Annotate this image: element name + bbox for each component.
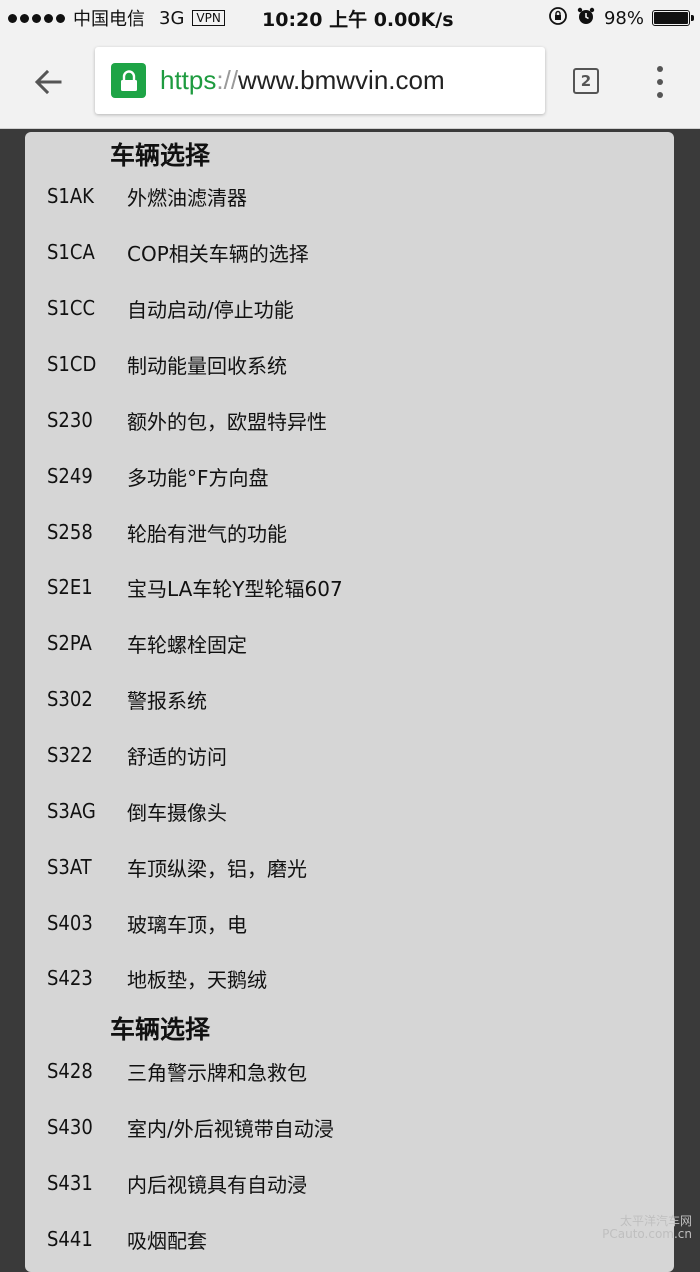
section-title: 车辆选择 [110, 141, 211, 170]
option-desc: 三角警示牌和急救包 [127, 1060, 307, 1085]
rotation-lock-icon [548, 6, 568, 31]
watermark: 太平洋汽车网 PCauto.com.cn [602, 1215, 692, 1241]
option-desc: 制动能量回收系统 [127, 353, 287, 378]
network-label: 3G [159, 7, 185, 29]
option-code: S403 [47, 911, 93, 935]
option-code: S430 [47, 1115, 93, 1139]
option-desc: 车顶纵梁，铝，磨光 [127, 856, 307, 881]
option-code: S1CA [47, 240, 95, 264]
option-desc: 车轮螺栓固定 [127, 632, 247, 657]
option-code: S249 [47, 464, 93, 488]
vpn-badge: VPN [192, 10, 225, 26]
option-desc: 警报系统 [127, 688, 207, 713]
option-desc: 内后视镜具有自动浸 [127, 1172, 307, 1197]
option-code: S3AT [47, 855, 92, 879]
option-code: S322 [47, 743, 93, 767]
address-bar[interactable]: https://www.bmwvin.com [95, 47, 545, 114]
option-desc: 吸烟配套 [127, 1228, 207, 1253]
option-code: S230 [47, 408, 93, 432]
option-code: S1CC [47, 296, 96, 320]
watermark-line2: PCauto.com.cn [602, 1227, 692, 1241]
option-desc: 舒适的访问 [127, 744, 227, 769]
option-code: S431 [47, 1171, 93, 1195]
url-scheme: https [160, 65, 217, 95]
overflow-menu-icon[interactable] [656, 66, 664, 98]
option-code: S441 [47, 1227, 93, 1251]
url-host: www.bmwvin.com [238, 65, 445, 95]
option-desc: 室内/外后视镜带自动浸 [127, 1116, 334, 1141]
option-desc: 多功能°F方向盘 [127, 465, 269, 490]
option-code: S3AG [47, 799, 96, 823]
option-desc: 玻璃车顶，电 [127, 912, 247, 937]
option-desc: 轮胎有泄气的功能 [127, 521, 287, 546]
option-desc: 额外的包，欧盟特异性 [127, 409, 327, 434]
status-time: 10:20 上午 0.00K/s [262, 8, 454, 31]
alarm-icon [576, 6, 596, 31]
option-desc: 倒车摄像头 [127, 800, 227, 825]
content-card: 车辆选择 S1AK 外燃油滤清器 S1CA COP相关车辆的选择 S1CC 自动启动/… [25, 132, 674, 1272]
option-code: S258 [47, 520, 93, 544]
option-desc: 外燃油滤清器 [127, 185, 247, 210]
status-bar: 中国电信 3G VPN 10:20 上午 0.00K/s 98% [0, 0, 700, 36]
browser-toolbar: https://www.bmwvin.com 2 [0, 36, 700, 129]
option-desc: 地板垫，天鹅绒 [127, 967, 267, 992]
tab-switcher-button[interactable]: 2 [573, 68, 599, 94]
option-code: S428 [47, 1059, 93, 1083]
signal-strength-icon [8, 13, 65, 23]
battery-icon [652, 10, 694, 26]
back-arrow-icon[interactable] [30, 64, 66, 100]
option-code: S2E1 [47, 575, 93, 599]
url-separator: :// [216, 65, 239, 95]
option-code: S1CD [47, 352, 97, 376]
battery-percent: 98% [603, 7, 644, 29]
option-desc: 宝马LA车轮Y型轮辐607 [127, 576, 343, 601]
option-code: S2PA [47, 631, 92, 655]
option-code: S302 [47, 687, 93, 711]
option-code: S1AK [47, 184, 94, 208]
option-code: S423 [47, 966, 93, 990]
secure-lock-icon [111, 63, 146, 98]
carrier-label: 中国电信 [73, 9, 145, 30]
section-title: 车辆选择 [110, 1015, 211, 1044]
option-desc: 自动启动/停止功能 [127, 297, 294, 322]
option-desc: COP相关车辆的选择 [127, 241, 309, 266]
url-text: https://www.bmwvin.com [160, 65, 445, 96]
